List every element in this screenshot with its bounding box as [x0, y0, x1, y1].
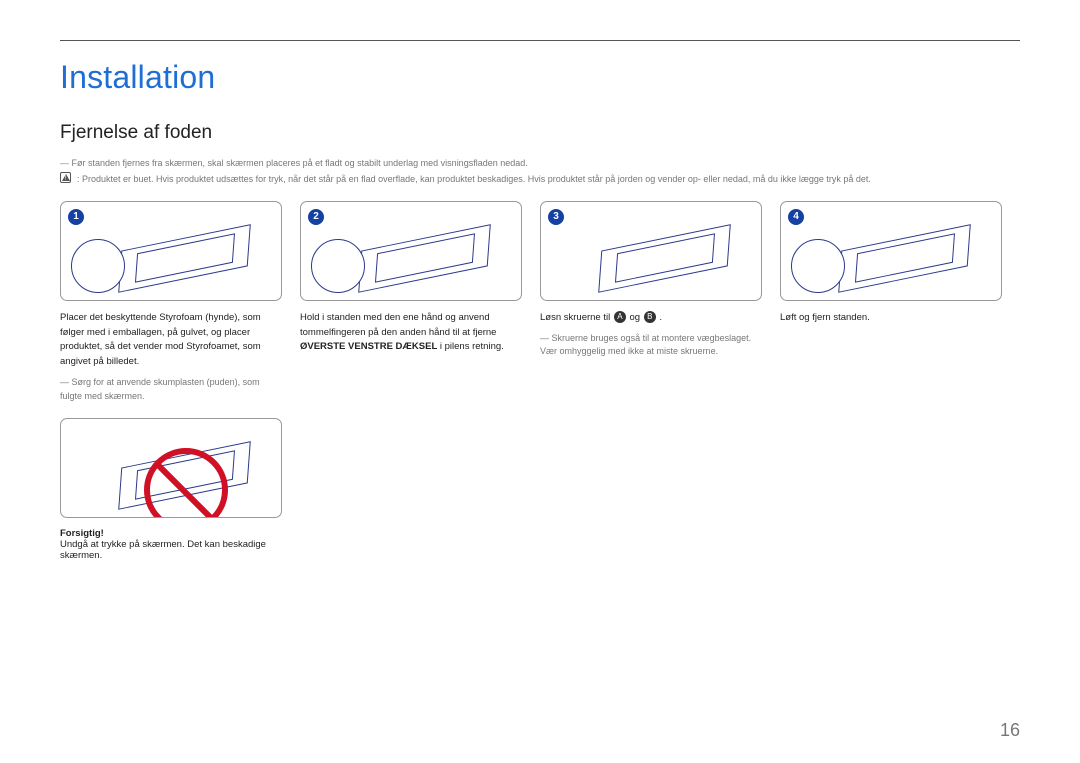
- caution-icon: [60, 172, 71, 183]
- steps-row: 1 Placer det beskyttende Styrofoam (hynd…: [60, 201, 1020, 404]
- section-subtitle: Fjernelse af foden: [60, 122, 1020, 144]
- top-rule: [60, 40, 1020, 41]
- step-1-note: Sørg for at anvende skumplasten (puden),…: [60, 376, 282, 404]
- step-3-illustration: [559, 218, 751, 292]
- badge-a-icon: A: [614, 311, 626, 323]
- step-2-text: Hold i standen med den ene hånd og anven…: [300, 311, 522, 355]
- second-row: Forsigtig! Undgå at trykke på skærmen. D…: [60, 418, 1020, 561]
- doc-title: Installation: [60, 59, 1020, 96]
- step-4-figure: 4: [780, 201, 1002, 301]
- forsigtig-text: Forsigtig! Undgå at trykke på skærmen. D…: [60, 528, 282, 561]
- caution-text: : Produktet er buet. Hvis produktet udsæ…: [77, 172, 871, 186]
- step-2: 2 Hold i standen med den ene hånd og anv…: [300, 201, 522, 404]
- step-3-note: Skruerne bruges også til at montere vægb…: [540, 332, 762, 360]
- intro-notes: Før standen fjernes fra skærmen, skal sk…: [60, 156, 1020, 187]
- step-2-illustration: [319, 218, 511, 292]
- step-3-text: Løsn skruerne til A og B .: [540, 311, 762, 326]
- step-1-figure: 1: [60, 201, 282, 301]
- forsigtig-block: Forsigtig! Undgå at trykke på skærmen. D…: [60, 418, 282, 561]
- step-4-illustration: [799, 218, 991, 292]
- step-2-figure: 2: [300, 201, 522, 301]
- page-content: Installation Fjernelse af foden Før stan…: [0, 0, 1080, 591]
- forsigtig-illustration: [79, 435, 271, 509]
- step-1-illustration: [79, 218, 271, 292]
- intro-note: Før standen fjernes fra skærmen, skal sk…: [60, 156, 1020, 170]
- forsigtig-label: Forsigtig!: [60, 528, 104, 539]
- step-4-text: Løft og fjern standen.: [780, 311, 1002, 326]
- badge-b-icon: B: [644, 311, 656, 323]
- step-3: 3 Løsn skruerne til A og B . Skruerne br…: [540, 201, 762, 404]
- forsigtig-figure: [60, 418, 282, 518]
- step-3-figure: 3: [540, 201, 762, 301]
- page-number: 16: [1000, 720, 1020, 741]
- caution-line: : Produktet er buet. Hvis produktet udsæ…: [60, 172, 1020, 186]
- forsigtig-body: Undgå at trykke på skærmen. Det kan besk…: [60, 539, 266, 561]
- step-1-text: Placer det beskyttende Styrofoam (hynde)…: [60, 311, 282, 370]
- step-4: 4 Løft og fjern standen.: [780, 201, 1002, 404]
- step-1: 1 Placer det beskyttende Styrofoam (hynd…: [60, 201, 282, 404]
